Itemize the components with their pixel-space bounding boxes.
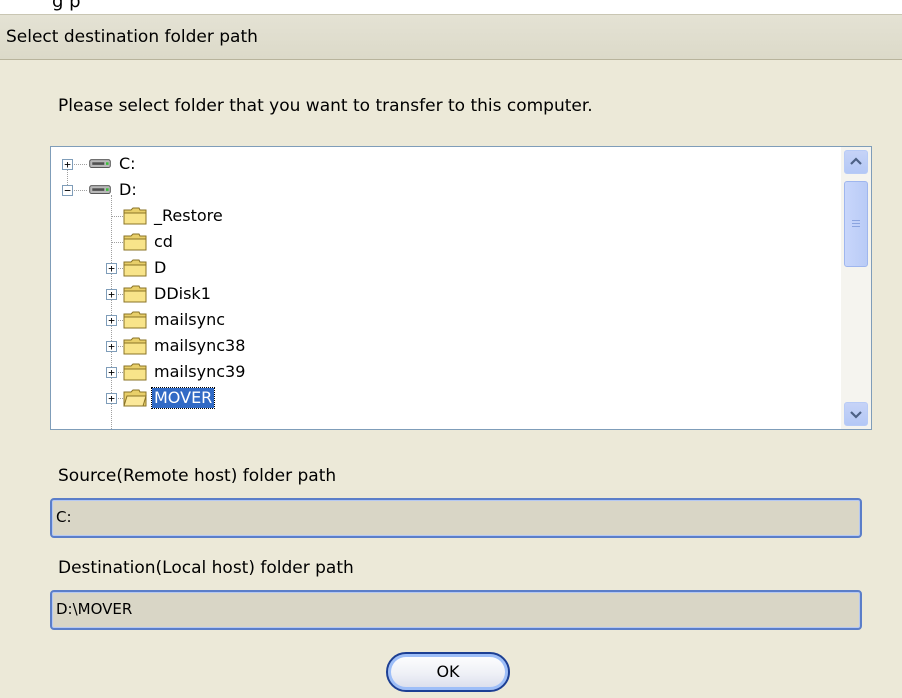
window-top-edge: g p xyxy=(0,0,902,14)
folder-icon xyxy=(123,233,147,251)
tree-item-label[interactable]: DDisk1 xyxy=(152,284,213,304)
drive-icon xyxy=(89,159,111,168)
scroll-up-button[interactable] xyxy=(844,150,868,174)
chevron-up-icon xyxy=(850,157,862,165)
source-path-label: Source(Remote host) folder path xyxy=(58,466,337,486)
folder-icon xyxy=(123,259,147,277)
tree-item-label[interactable]: C: xyxy=(117,154,138,174)
destination-path-field[interactable]: D:\MOVER xyxy=(50,590,862,630)
instruction-text: Please select folder that you want to tr… xyxy=(58,96,593,116)
thumb-grip-line xyxy=(852,226,860,227)
tree-item-label[interactable]: _Restore xyxy=(152,206,225,226)
expand-button[interactable]: + xyxy=(106,393,117,404)
source-path-field[interactable]: C: xyxy=(50,498,862,538)
folder-icon xyxy=(123,363,147,381)
tree-item-label[interactable]: D xyxy=(152,258,168,278)
truncated-heading: g p xyxy=(52,0,81,12)
dialog-title: Select destination folder path xyxy=(6,27,258,47)
thumb-grip-line xyxy=(852,223,860,224)
folder-icon xyxy=(123,207,147,225)
tree-item[interactable]: + mailsync xyxy=(51,309,841,335)
expand-button[interactable]: + xyxy=(106,367,117,378)
chevron-down-icon xyxy=(850,411,862,419)
tree-item-label[interactable]: MOVER xyxy=(150,387,216,409)
destination-path-label: Destination(Local host) folder path xyxy=(58,558,354,578)
vertical-scrollbar[interactable] xyxy=(841,147,871,429)
scroll-thumb[interactable] xyxy=(844,181,868,267)
tree-item[interactable]: + MOVER xyxy=(51,387,841,413)
tree-item-label[interactable]: cd xyxy=(152,232,175,252)
expand-button[interactable]: + xyxy=(62,159,73,170)
tree-item[interactable]: _Restore xyxy=(51,205,841,231)
tree-item[interactable]: cd xyxy=(51,231,841,257)
collapse-button[interactable]: − xyxy=(62,185,73,196)
tree-item-label[interactable]: D: xyxy=(117,180,139,200)
expand-button[interactable]: + xyxy=(106,289,117,300)
folder-open-icon xyxy=(123,389,147,407)
ok-button[interactable]: OK xyxy=(386,652,510,692)
folder-icon xyxy=(123,311,147,329)
folder-tree-content: + C: − D: _Restore cd + D + DDisk1 + mailsync + mails… xyxy=(51,147,841,429)
folder-icon xyxy=(123,285,147,303)
drive-icon xyxy=(89,185,111,194)
scroll-down-button[interactable] xyxy=(844,402,868,426)
expand-button[interactable]: + xyxy=(106,315,117,326)
tree-item[interactable]: + mailsync39 xyxy=(51,361,841,387)
thumb-grip-line xyxy=(852,220,860,221)
tree-item-label[interactable]: mailsync38 xyxy=(152,336,247,356)
folder-tree[interactable]: + C: − D: _Restore cd + D + DDisk1 + mailsync + mails… xyxy=(50,146,872,430)
expand-button[interactable]: + xyxy=(106,263,117,274)
tree-item[interactable]: + C: xyxy=(51,153,841,179)
tree-connector-line xyxy=(112,216,123,217)
tree-item[interactable]: − D: xyxy=(51,179,841,205)
folder-icon xyxy=(123,337,147,355)
tree-item[interactable]: + DDisk1 xyxy=(51,283,841,309)
tree-connector-line xyxy=(112,242,123,243)
expand-button[interactable]: + xyxy=(106,341,117,352)
tree-item-label[interactable]: mailsync39 xyxy=(152,362,247,382)
tree-item[interactable]: + mailsync38 xyxy=(51,335,841,361)
tree-item[interactable]: + D xyxy=(51,257,841,283)
dialog-window: g p Select destination folder path Pleas… xyxy=(0,0,902,698)
tree-item-label[interactable]: mailsync xyxy=(152,310,227,330)
dialog-title-bar: Select destination folder path xyxy=(0,14,902,60)
